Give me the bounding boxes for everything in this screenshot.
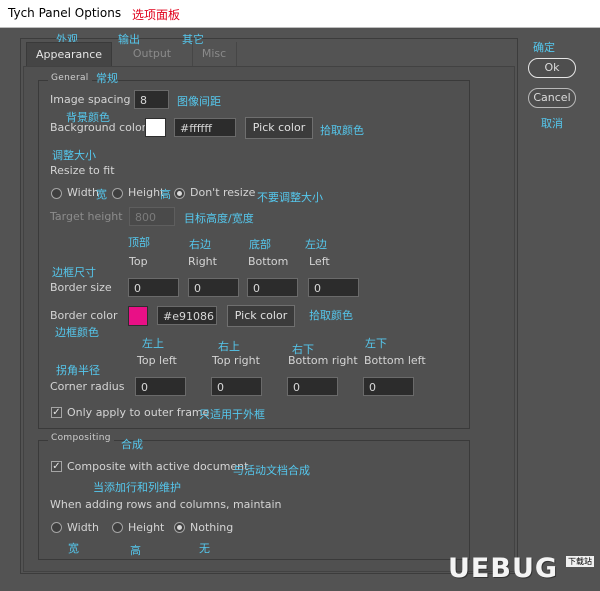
image-spacing-cn: 图像间距: [177, 95, 221, 108]
ok-button[interactable]: Ok: [528, 58, 576, 78]
maintain-width-label: Width: [67, 521, 99, 534]
resize-label: Resize to fit: [50, 164, 115, 177]
border-pick-color-cn: 拾取颜色: [309, 309, 353, 322]
outer-frame-checkbox[interactable]: ✓: [51, 407, 62, 418]
resize-height-cn: 高: [160, 188, 171, 201]
outer-frame-cn: 只适用于外框: [199, 408, 265, 421]
corner-radius-cn: 拐角半径: [56, 364, 100, 377]
background-color-swatch[interactable]: [145, 118, 166, 137]
border-size-label: Border size: [50, 281, 112, 294]
composite-cn: 与活动文档合成: [233, 464, 310, 477]
maintain-cn: 当添加行和列维护: [93, 481, 181, 494]
composite-checkbox[interactable]: ✓: [51, 461, 62, 472]
image-spacing-label: Image spacing: [50, 93, 131, 106]
watermark-logo: UEBUG 下载站: [448, 553, 598, 587]
top-cn: 顶部: [128, 236, 150, 249]
maintain-width-cn: 宽: [68, 542, 79, 555]
composite-label: Composite with active document: [67, 460, 249, 473]
border-top-input[interactable]: 0: [128, 278, 179, 297]
background-color-input[interactable]: #ffffff: [174, 118, 236, 137]
compositing-legend: Compositing: [48, 433, 114, 443]
top-right-cn: 右上: [218, 340, 240, 353]
resize-width-label: Width: [67, 186, 99, 199]
border-color-label: Border color: [50, 309, 118, 322]
maintain-nothing-label: Nothing: [190, 521, 234, 534]
top-left-cn: 左上: [142, 337, 164, 350]
bottom-left-label: Bottom left: [364, 354, 426, 367]
resize-dont-label: Don't resize: [190, 186, 256, 199]
left-cn: 左边: [305, 238, 327, 251]
border-color-cn: 边框颜色: [55, 326, 99, 339]
right-cn: 右边: [189, 238, 211, 251]
ok-cn: 确定: [533, 41, 555, 54]
cancel-cn: 取消: [541, 117, 563, 130]
watermark-sub: 下载站: [566, 556, 594, 567]
resize-width-radio[interactable]: [51, 188, 62, 199]
resize-cn: 调整大小: [52, 149, 96, 162]
tab-bar: Appearance Output Misc: [22, 42, 514, 67]
top-label: Top: [129, 255, 148, 268]
resize-dont-radio[interactable]: [174, 188, 185, 199]
cancel-button[interactable]: Cancel: [528, 88, 576, 108]
general-legend-cn: 常规: [96, 72, 118, 85]
maintain-nothing-cn: 无: [199, 542, 210, 555]
corner-top-left-input[interactable]: 0: [135, 377, 186, 396]
maintain-height-cn: 高: [130, 544, 141, 557]
border-color-swatch[interactable]: [128, 306, 148, 326]
target-height-cn: 目标高度/宽度: [184, 212, 254, 225]
outer-frame-label: Only apply to outer frame: [67, 406, 210, 419]
tab-output[interactable]: Output: [112, 42, 193, 66]
maintain-label: When adding rows and columns, maintain: [50, 498, 282, 511]
corner-radius-label: Corner radius: [50, 380, 125, 393]
resize-height-label: Height: [128, 186, 165, 199]
target-height-label: Target height: [50, 210, 123, 223]
border-size-cn: 边框尺寸: [52, 266, 96, 279]
title-bar: Tych Panel Options 选项面板: [0, 0, 600, 28]
corner-top-right-input[interactable]: 0: [211, 377, 262, 396]
resize-dont-cn: 不要调整大小: [257, 191, 323, 204]
top-left-label: Top left: [137, 354, 177, 367]
maintain-nothing-radio[interactable]: [174, 522, 185, 533]
bottom-label: Bottom: [248, 255, 289, 268]
resize-height-radio[interactable]: [112, 188, 123, 199]
background-color-label: Background color: [50, 121, 147, 134]
compositing-legend-cn: 合成: [121, 438, 143, 451]
watermark-text: UEBUG: [448, 553, 559, 584]
border-left-input[interactable]: 0: [308, 278, 359, 297]
bottom-cn: 底部: [249, 238, 271, 251]
tab-misc[interactable]: Misc: [192, 42, 237, 66]
general-legend: General: [48, 73, 92, 83]
background-pick-color-cn: 拾取颜色: [320, 124, 364, 137]
bottom-left-cn: 左下: [365, 337, 387, 350]
bottom-right-label: Bottom right: [288, 354, 358, 367]
border-bottom-input[interactable]: 0: [247, 278, 298, 297]
top-right-label: Top right: [212, 354, 260, 367]
maintain-width-radio[interactable]: [51, 522, 62, 533]
window-title-cn: 选项面板: [132, 8, 181, 22]
background-pick-color-button[interactable]: Pick color: [245, 117, 313, 139]
border-pick-color-button[interactable]: Pick color: [227, 305, 295, 327]
border-color-input[interactable]: #e91086: [157, 306, 217, 325]
border-right-input[interactable]: 0: [188, 278, 239, 297]
right-label: Right: [188, 255, 217, 268]
tab-appearance[interactable]: Appearance: [26, 42, 112, 67]
corner-bottom-right-input[interactable]: 0: [287, 377, 338, 396]
window-title: Tych Panel Options: [8, 6, 122, 20]
target-height-input[interactable]: 800: [129, 207, 175, 226]
corner-bottom-left-input[interactable]: 0: [363, 377, 414, 396]
maintain-height-radio[interactable]: [112, 522, 123, 533]
maintain-height-label: Height: [128, 521, 165, 534]
resize-width-cn: 宽: [96, 188, 107, 201]
image-spacing-input[interactable]: 8: [134, 90, 169, 109]
left-label: Left: [309, 255, 330, 268]
